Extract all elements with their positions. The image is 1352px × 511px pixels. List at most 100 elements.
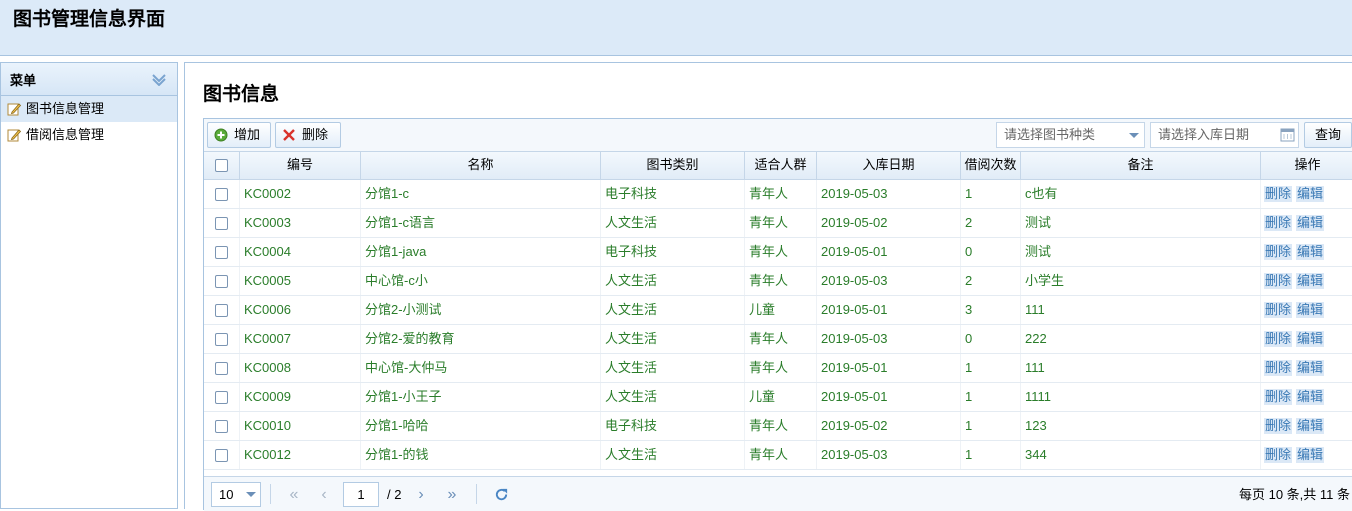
row-delete-link[interactable]: 删除 [1264, 244, 1293, 260]
table-cell: 111 [1021, 296, 1261, 324]
table-row[interactable]: KC0006 分馆2-小测试 人文生活 儿童 2019-05-01 3 111 删除 编辑 [204, 296, 1352, 325]
row-delete-link[interactable]: 删除 [1264, 360, 1293, 376]
sidebar-item-label: 借阅信息管理 [26, 127, 105, 142]
row-edit-link[interactable]: 编辑 [1296, 389, 1325, 405]
chevron-down-icon[interactable] [151, 72, 167, 86]
row-edit-link[interactable]: 编辑 [1296, 186, 1325, 202]
table-row[interactable]: KC0012 分馆1-的钱 人文生活 青年人 2019-05-03 1 344 删除 编辑 [204, 441, 1352, 470]
row-checkbox[interactable] [215, 217, 228, 231]
app-title: 图书管理信息界面 [13, 9, 166, 30]
row-checkbox[interactable] [215, 420, 228, 434]
table-row[interactable]: KC0009 分馆1-小王子 人文生活 儿童 2019-05-01 1 1111 删除 编辑 [204, 383, 1352, 412]
row-edit-link[interactable]: 编辑 [1296, 360, 1325, 376]
row-edit-link[interactable]: 编辑 [1296, 418, 1325, 434]
row-delete-link[interactable]: 删除 [1264, 302, 1293, 318]
column-header[interactable]: 入库日期 [817, 152, 961, 179]
column-header[interactable]: 编号 [240, 152, 361, 179]
calendar-icon[interactable] [1278, 123, 1298, 147]
edit-icon [7, 129, 21, 142]
divider [270, 484, 271, 504]
row-edit-link[interactable]: 编辑 [1296, 215, 1325, 231]
table-cell: 儿童 [745, 296, 817, 324]
row-delete-link[interactable]: 删除 [1264, 389, 1293, 405]
row-edit-link[interactable]: 编辑 [1296, 447, 1325, 463]
row-checkbox[interactable] [215, 275, 228, 289]
table-cell: 青年人 [745, 412, 817, 440]
table-row[interactable]: KC0010 分馆1-哈哈 电子科技 青年人 2019-05-02 1 123 删除 编辑 [204, 412, 1352, 441]
row-delete-link[interactable]: 删除 [1264, 418, 1293, 434]
table-row[interactable]: KC0007 分馆2-爱的教育 人文生活 青年人 2019-05-03 0 222 删除 编辑 [204, 325, 1352, 354]
row-edit-link[interactable]: 编辑 [1296, 302, 1325, 318]
row-checkbox[interactable] [215, 246, 228, 260]
row-checkbox[interactable] [215, 391, 228, 405]
row-checkbox[interactable] [215, 188, 228, 202]
operations-cell: 删除 编辑 [1261, 441, 1352, 469]
row-edit-link[interactable]: 编辑 [1296, 244, 1325, 260]
row-edit-link[interactable]: 编辑 [1296, 331, 1325, 347]
dropdown-arrow-icon[interactable] [1124, 123, 1144, 147]
table-cell: KC0003 [240, 209, 361, 237]
table-cell: 人文生活 [601, 325, 745, 353]
table-cell: KC0005 [240, 267, 361, 295]
table-cell: 123 [1021, 412, 1261, 440]
column-header[interactable]: 图书类别 [601, 152, 745, 179]
column-header: 操作 [1294, 157, 1321, 172]
table-cell: 测试 [1021, 238, 1261, 266]
operations-cell: 删除 编辑 [1261, 354, 1352, 382]
table-cell: KC0009 [240, 383, 361, 411]
table-cell: 小学生 [1021, 267, 1261, 295]
last-page-icon[interactable]: » [440, 482, 464, 507]
select-all-checkbox[interactable] [215, 159, 228, 173]
edit-icon [7, 103, 21, 116]
column-header[interactable]: 借阅次数 [961, 152, 1021, 179]
column-header[interactable]: 名称 [361, 152, 601, 179]
row-checkbox[interactable] [215, 304, 228, 318]
table-cell: 分馆1-哈哈 [361, 412, 601, 440]
row-checkbox[interactable] [215, 333, 228, 347]
add-button[interactable]: 增加 [207, 122, 271, 148]
table-row[interactable]: KC0008 中心馆-大仲马 人文生活 青年人 2019-05-01 1 111 删除 编辑 [204, 354, 1352, 383]
table-cell: 0 [961, 325, 1021, 353]
table-cell: 分馆1-java [361, 238, 601, 266]
table-cell: 3 [961, 296, 1021, 324]
next-page-icon[interactable]: › [409, 482, 433, 507]
row-delete-link[interactable]: 删除 [1264, 215, 1293, 231]
column-header[interactable]: 备注 [1021, 152, 1261, 179]
table-cell: KC0010 [240, 412, 361, 440]
prev-page-icon[interactable]: ‹ [312, 482, 336, 507]
table-cell: 人文生活 [601, 354, 745, 382]
page-number-input[interactable]: 1 [343, 482, 379, 507]
page-size-select[interactable]: 10 [211, 482, 261, 507]
search-button[interactable]: 查询 [1304, 122, 1352, 148]
row-checkbox-cell [204, 296, 240, 324]
table-cell: 2019-05-02 [817, 209, 961, 237]
table-row[interactable]: KC0004 分馆1-java 电子科技 青年人 2019-05-01 0 测试 删除 编辑 [204, 238, 1352, 267]
delete-button[interactable]: 删除 [275, 122, 341, 148]
refresh-icon[interactable] [494, 487, 509, 502]
sidebar-item-borrow-info[interactable]: 借阅信息管理 [1, 122, 177, 148]
row-checkbox[interactable] [215, 449, 228, 463]
row-checkbox-cell [204, 412, 240, 440]
table-row[interactable]: KC0005 中心馆-c小 人文生活 青年人 2019-05-03 2 小学生 删除 编辑 [204, 267, 1352, 296]
table-cell: 分馆2-小测试 [361, 296, 601, 324]
first-page-icon[interactable]: « [282, 482, 306, 507]
date-input[interactable]: 请选择入库日期 [1150, 122, 1299, 148]
operations-cell: 删除 编辑 [1261, 296, 1352, 324]
table-cell: 2 [961, 209, 1021, 237]
sidebar-item-book-info[interactable]: 图书信息管理 [1, 96, 177, 122]
column-header[interactable]: 适合人群 [745, 152, 817, 179]
row-delete-link[interactable]: 删除 [1264, 273, 1293, 289]
row-delete-link[interactable]: 删除 [1264, 331, 1293, 347]
table-row[interactable]: KC0002 分馆1-c 电子科技 青年人 2019-05-03 1 c也有 删除 编辑 [204, 180, 1352, 209]
row-edit-link[interactable]: 编辑 [1296, 273, 1325, 289]
table-cell: 1 [961, 383, 1021, 411]
operations-cell: 删除 编辑 [1261, 238, 1352, 266]
table-cell: 2 [961, 267, 1021, 295]
row-checkbox[interactable] [215, 362, 228, 376]
table-row[interactable]: KC0003 分馆1-c语言 人文生活 青年人 2019-05-02 2 测试 删除 编辑 [204, 209, 1352, 238]
sidebar: 菜单 图书信息管理 借阅信息管理 [0, 62, 178, 509]
row-delete-link[interactable]: 删除 [1264, 447, 1293, 463]
pagination-summary: 每页 10 条,共 11 条 [1238, 487, 1350, 502]
category-select[interactable]: 请选择图书种类 [996, 122, 1145, 148]
row-delete-link[interactable]: 删除 [1264, 186, 1293, 202]
